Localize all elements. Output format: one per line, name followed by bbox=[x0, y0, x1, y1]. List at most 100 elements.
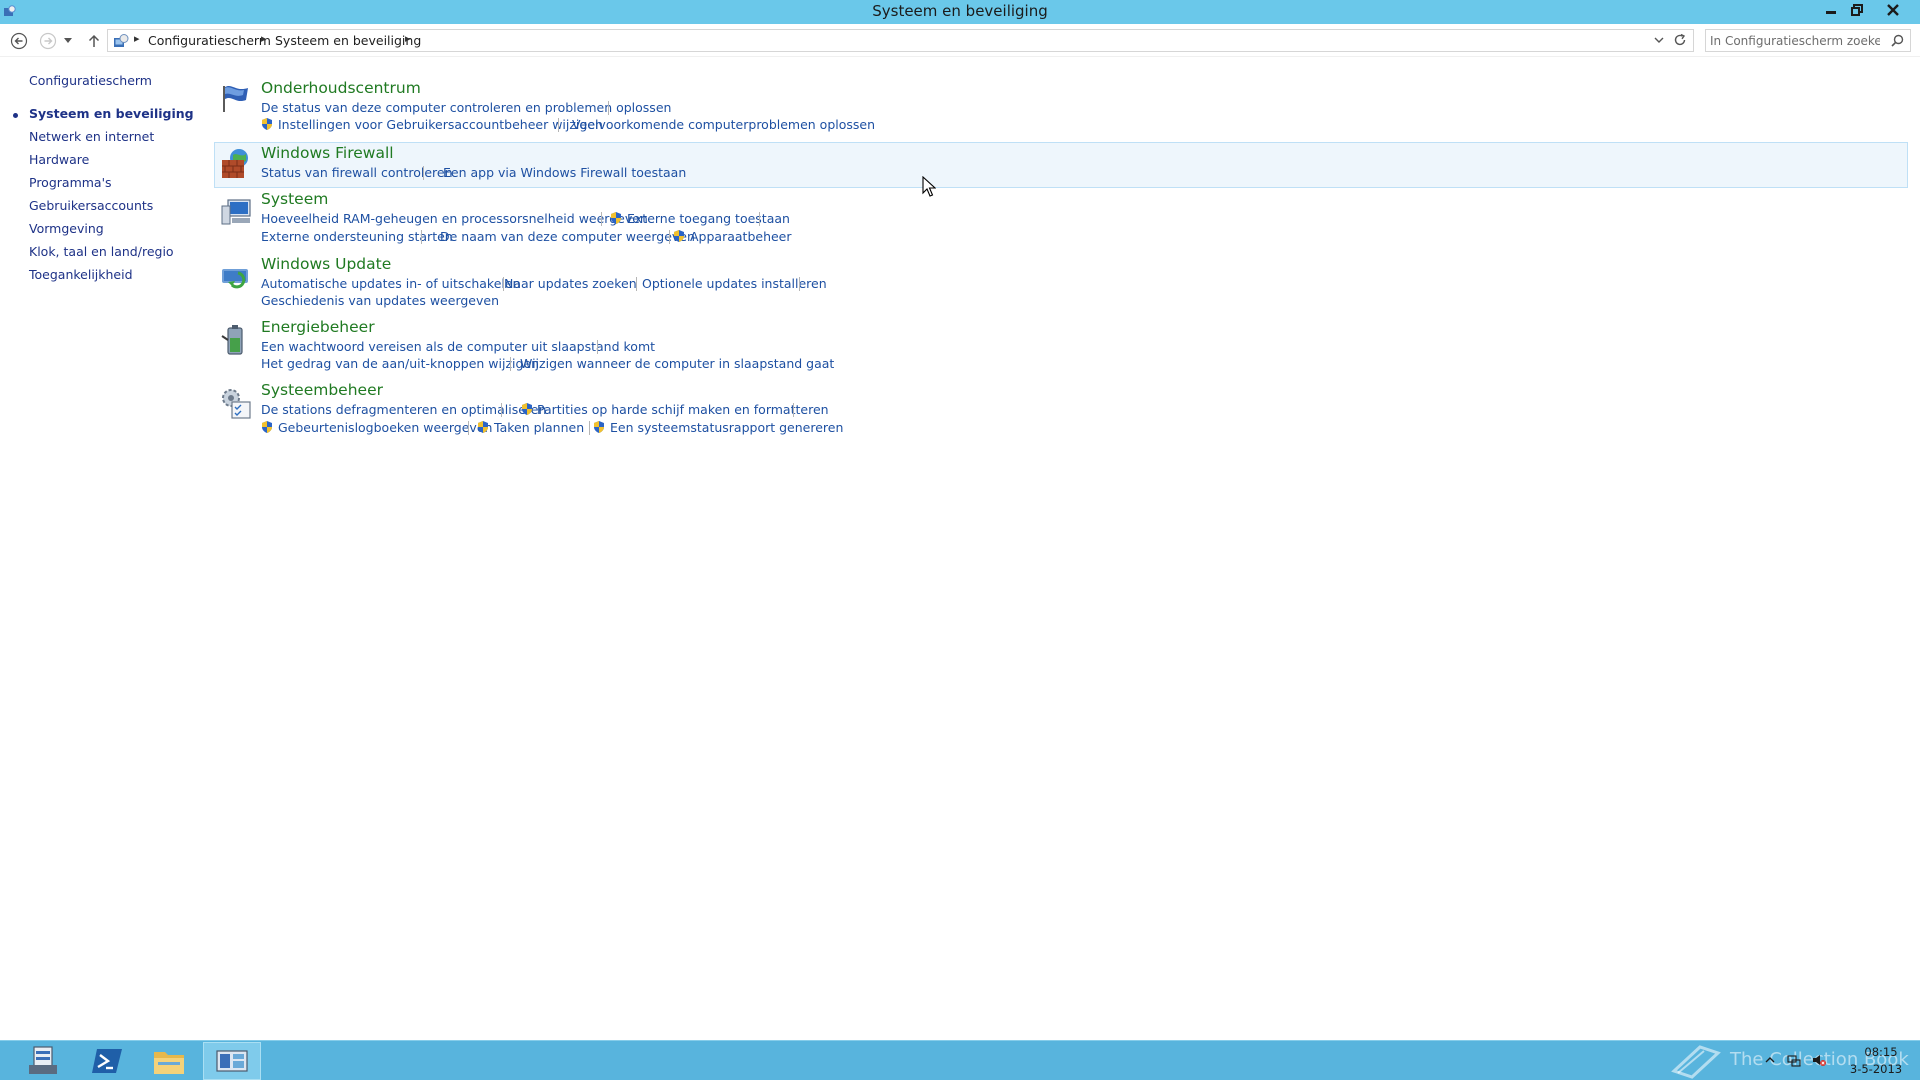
close-button[interactable] bbox=[1880, 0, 1906, 20]
task-link[interactable]: Een app via Windows Firewall toestaan bbox=[443, 165, 686, 180]
link-divider bbox=[423, 166, 424, 180]
sidebar-item-control-panel-home[interactable]: Configuratiescherm bbox=[29, 73, 152, 88]
battery-icon bbox=[221, 325, 243, 355]
uac-shield-icon bbox=[594, 421, 604, 433]
uac-shield-icon bbox=[522, 403, 532, 415]
task-link[interactable]: Partities op harde schijf maken en forma… bbox=[537, 402, 829, 417]
task-link[interactable]: Een wachtwoord vereisen als de computer … bbox=[261, 339, 655, 354]
task-link[interactable]: Een systeemstatusrapport genereren bbox=[610, 420, 843, 435]
task-link[interactable]: Geschiedenis van updates weergeven bbox=[261, 293, 499, 308]
breadcrumb-separator-icon[interactable]: ▸ bbox=[405, 32, 411, 45]
breadcrumb-separator-icon[interactable]: ▸ bbox=[261, 32, 267, 45]
task-link[interactable]: De stations defragmenteren en optimalise… bbox=[261, 402, 546, 417]
sidebar-item-programs[interactable]: Programma's bbox=[29, 175, 112, 190]
task-link[interactable]: Naar updates zoeken bbox=[504, 276, 637, 291]
task-link[interactable]: Hoeveelheid RAM-geheugen en processorsne… bbox=[261, 211, 648, 226]
show-hidden-icons-icon[interactable] bbox=[1763, 1053, 1777, 1067]
taskbar-powershell[interactable] bbox=[78, 1042, 136, 1080]
uac-shield-icon bbox=[262, 118, 272, 130]
task-link[interactable]: Externe toegang toestaan bbox=[627, 211, 790, 226]
mouse-pointer-icon bbox=[922, 176, 936, 197]
task-link[interactable]: Taken plannen bbox=[494, 420, 584, 435]
uac-shield-icon bbox=[674, 230, 684, 242]
task-link[interactable]: De status van deze computer controleren … bbox=[261, 100, 671, 115]
search-icon[interactable] bbox=[1891, 34, 1904, 47]
clock-time[interactable]: 08:15 bbox=[1856, 1045, 1906, 1059]
minimize-icon bbox=[1826, 11, 1836, 14]
sidebar-item-system-security[interactable]: Systeem en beveiliging bbox=[29, 106, 194, 121]
category-windows-update: Windows Update Automatische updates in- … bbox=[214, 255, 1908, 315]
sidebar-item-network-internet[interactable]: Netwerk en internet bbox=[29, 129, 154, 144]
task-link[interactable]: Instellingen voor Gebruikersaccountbehee… bbox=[278, 117, 603, 132]
flag-icon bbox=[223, 85, 248, 112]
back-button[interactable] bbox=[8, 30, 30, 52]
back-arrow-icon bbox=[10, 32, 28, 50]
chevron-down-icon bbox=[64, 38, 72, 43]
restore-button[interactable] bbox=[1844, 0, 1870, 20]
category-title[interactable]: Systeem bbox=[261, 190, 328, 208]
up-arrow-icon bbox=[88, 34, 100, 47]
taskbar: The Collection Book 08:15 3-5-2013 bbox=[0, 1040, 1920, 1080]
sidebar-item-appearance[interactable]: Vormgeving bbox=[29, 221, 104, 236]
task-link[interactable]: Externe ondersteuning starten bbox=[261, 229, 453, 244]
category-title[interactable]: Systeembeheer bbox=[261, 381, 383, 399]
forward-button[interactable] bbox=[37, 30, 59, 52]
search-box[interactable] bbox=[1705, 29, 1911, 52]
minimize-button[interactable] bbox=[1818, 0, 1844, 20]
book-logo-icon bbox=[1671, 1045, 1721, 1079]
breadcrumb-separator-icon[interactable]: ▸ bbox=[134, 32, 140, 45]
task-link[interactable]: Apparaatbeheer bbox=[690, 229, 792, 244]
link-divider bbox=[510, 357, 511, 371]
refresh-icon[interactable] bbox=[1673, 33, 1687, 47]
category-action-center: Onderhoudscentrum De status van deze com… bbox=[214, 76, 1908, 136]
window-title: Systeem en beveiliging bbox=[872, 2, 1048, 20]
navigation-bar: ▸ Configuratiescherm ▸ Systeem en beveil… bbox=[0, 24, 1920, 57]
powershell-icon bbox=[92, 1049, 122, 1073]
task-link[interactable]: Wijzigen wanneer de computer in slaapsta… bbox=[520, 356, 834, 371]
clock-date[interactable]: 3-5-2013 bbox=[1846, 1062, 1906, 1076]
sidebar-item-user-accounts[interactable]: Gebruikersaccounts bbox=[29, 198, 153, 213]
category-title[interactable]: Onderhoudscentrum bbox=[261, 79, 421, 97]
taskbar-server-manager[interactable] bbox=[14, 1042, 72, 1080]
search-input[interactable] bbox=[1710, 32, 1880, 49]
sidebar-item-hardware[interactable]: Hardware bbox=[29, 152, 89, 167]
address-dropdown-icon[interactable] bbox=[1653, 34, 1665, 46]
link-divider bbox=[669, 230, 670, 244]
sidebar-item-ease-of-access[interactable]: Toegankelijkheid bbox=[29, 267, 133, 282]
control-panel-icon bbox=[216, 1050, 248, 1072]
category-system: Systeem Hoeveelheid RAM-geheugen en proc… bbox=[214, 190, 1908, 250]
category-title[interactable]: Energiebeheer bbox=[261, 318, 375, 336]
breadcrumb-system-security[interactable]: Systeem en beveiliging bbox=[275, 33, 421, 48]
category-administrative-tools: Systeembeheer De stations defragmenteren… bbox=[214, 381, 1908, 441]
firewall-icon bbox=[222, 149, 248, 178]
task-link[interactable]: Gebeurtenislogboeken weergeven bbox=[278, 420, 492, 435]
server-manager-icon bbox=[29, 1046, 57, 1074]
uac-shield-icon bbox=[262, 421, 272, 433]
up-button[interactable] bbox=[83, 30, 105, 52]
network-icon[interactable] bbox=[1787, 1053, 1801, 1067]
link-divider bbox=[421, 230, 422, 244]
task-link[interactable]: Het gedrag van de aan/uit-knoppen wijzig… bbox=[261, 356, 539, 371]
breadcrumb-control-panel[interactable]: Configuratiescherm bbox=[148, 33, 271, 48]
taskbar-file-explorer[interactable] bbox=[140, 1042, 198, 1080]
task-link[interactable]: De naam van deze computer weergeven bbox=[440, 229, 695, 244]
link-divider bbox=[759, 212, 760, 226]
task-link[interactable]: Veelvoorkomende computerproblemen oploss… bbox=[572, 117, 875, 132]
forward-arrow-icon bbox=[39, 32, 57, 50]
uac-shield-icon bbox=[611, 212, 621, 224]
control-panel-icon bbox=[114, 34, 129, 47]
link-divider bbox=[558, 118, 559, 132]
taskbar-control-panel[interactable] bbox=[203, 1042, 261, 1080]
address-bar[interactable]: ▸ Configuratiescherm ▸ Systeem en beveil… bbox=[107, 29, 1694, 52]
recent-locations-button[interactable] bbox=[61, 30, 75, 52]
computer-icon bbox=[221, 199, 251, 225]
volume-muted-icon[interactable] bbox=[1812, 1053, 1826, 1067]
sidebar-item-clock-language-region[interactable]: Klok, taal en land/regio bbox=[29, 244, 174, 259]
task-link[interactable]: Automatische updates in- of uitschakelen bbox=[261, 276, 520, 291]
restore-icon bbox=[1851, 4, 1863, 16]
category-title[interactable]: Windows Firewall bbox=[261, 144, 394, 162]
link-divider bbox=[589, 421, 590, 435]
link-divider bbox=[468, 421, 469, 435]
category-windows-firewall: Windows Firewall Status van firewall con… bbox=[214, 142, 1908, 188]
category-title[interactable]: Windows Update bbox=[261, 255, 391, 273]
